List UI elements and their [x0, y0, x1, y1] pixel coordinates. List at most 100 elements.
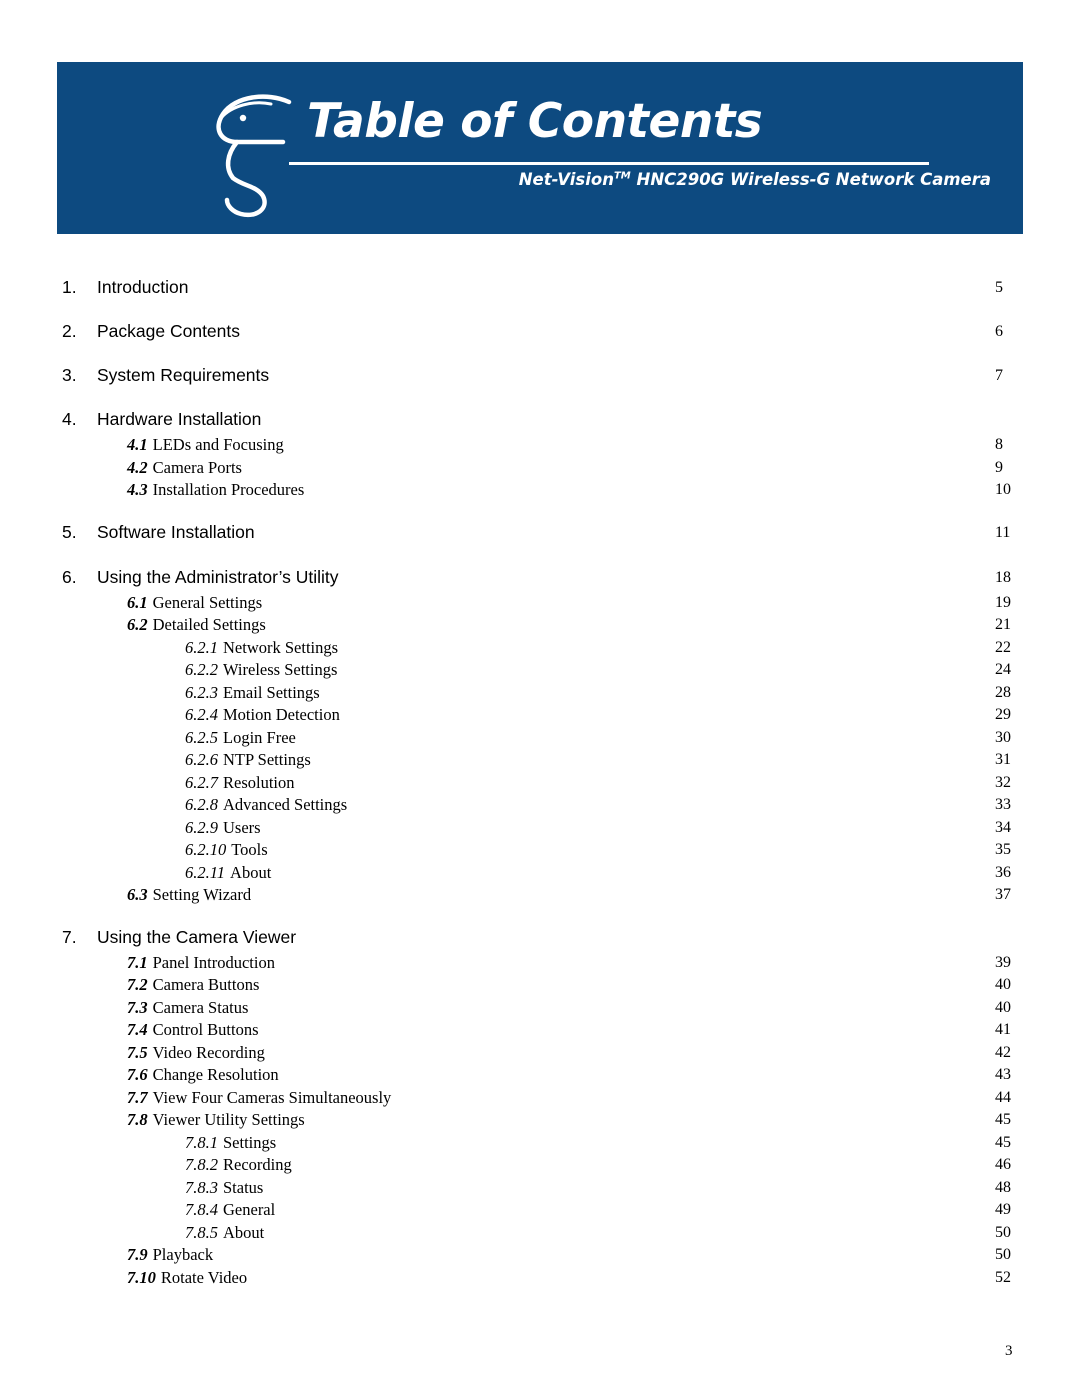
toc-entry-number: 6.2.8: [185, 795, 218, 814]
toc-entry[interactable]: 3. System Requirements 7: [57, 361, 1023, 390]
toc-entry-number: 6.3: [127, 885, 148, 904]
toc-entry-number: 6.2.7: [185, 772, 218, 792]
toc-entry-label: Advanced Settings: [223, 795, 348, 814]
toc-entry[interactable]: 7.8.4 General 49: [57, 1199, 1023, 1222]
toc-entry[interactable]: 6.2.6 NTP Settings 31: [57, 749, 1023, 772]
toc-entry-page: 36: [995, 863, 1011, 881]
toc-entry[interactable]: 5. Software Installation 11: [57, 518, 1023, 547]
toc-entry-page: 41: [995, 1021, 1011, 1038]
product-subtitle-brand: Net-Vision: [518, 170, 614, 189]
toc-entry[interactable]: 6.2.4 Motion Detection 29: [57, 704, 1023, 727]
toc-entry-label: Introduction: [97, 277, 189, 297]
toc-entry-label: Change Resolution: [152, 1065, 279, 1084]
toc-entry-page: 33: [995, 796, 1011, 813]
toc-entry[interactable]: 7.5 Video Recording 42: [57, 1042, 1023, 1065]
toc-entry[interactable]: 7.1 Panel Introduction 39: [57, 952, 1023, 975]
toc-entry[interactable]: 7.8 Viewer Utility Settings 45: [57, 1109, 1023, 1132]
toc-entry-number: 7.2: [127, 975, 148, 994]
toc-entry-number: 4.1: [127, 435, 148, 454]
toc-entry-number: 1.: [62, 277, 77, 297]
toc-entry-page: 50: [995, 1246, 1011, 1263]
banner-divider: [289, 162, 929, 165]
toc-entry-label: Panel Introduction: [152, 952, 275, 972]
toc-entry[interactable]: 7.8.1 Settings 45: [57, 1132, 1023, 1155]
toc-entry[interactable]: 4.3 Installation Procedures 10: [57, 479, 1023, 502]
toc-entry[interactable]: 7.6 Change Resolution 43: [57, 1064, 1023, 1087]
toc-entry-page: 45: [995, 1133, 1011, 1151]
toc-entry[interactable]: 7.7 View Four Cameras Simultaneously 44: [57, 1087, 1023, 1110]
toc-entry[interactable]: 6.2.8 Advanced Settings 33: [57, 794, 1023, 817]
toc-entry-page: 43: [995, 1066, 1011, 1083]
toc-entry-label: Camera Ports: [152, 457, 242, 477]
toc-entry-label: Package Contents: [97, 321, 241, 341]
toc-entry[interactable]: 6.2.9 Users 34: [57, 817, 1023, 840]
toc-entry[interactable]: 6.3 Setting Wizard 37: [57, 884, 1023, 907]
toc-entry[interactable]: 6.2.1 Network Settings 22: [57, 637, 1023, 660]
toc-entry[interactable]: 7.8.5 About 50: [57, 1222, 1023, 1245]
toc-entry[interactable]: 7. Using the Camera Viewer: [57, 923, 1023, 952]
toc-entry[interactable]: 4.2 Camera Ports 9: [57, 457, 1023, 480]
toc-entry-number: 6.2: [127, 615, 148, 634]
toc-entry[interactable]: 1. Introduction 5: [57, 273, 1023, 302]
product-subtitle: Net-VisionTM HNC290G Wireless-G Network …: [519, 170, 991, 189]
toc-entry-number: 4.2: [127, 457, 148, 477]
toc-entry[interactable]: 6. Using the Administrator’s Utility 18: [57, 563, 1023, 592]
toc-entry[interactable]: 6.2.11 About 36: [57, 862, 1023, 885]
toc-entry-label: Hardware Installation: [97, 409, 262, 429]
toc-entry[interactable]: 7.2 Camera Buttons 40: [57, 974, 1023, 997]
toc-entry[interactable]: 6.2.7 Resolution 32: [57, 772, 1023, 795]
toc-entry-number: 7.: [62, 926, 77, 947]
toc-entry-number: 7.1: [127, 952, 148, 972]
toc-entry[interactable]: 2. Package Contents 6: [57, 317, 1023, 346]
toc-entry[interactable]: 7.8.3 Status 48: [57, 1177, 1023, 1200]
toc-entry-page: 18: [995, 568, 1011, 586]
toc-entry-label: Email Settings: [223, 682, 320, 702]
toc-entry-page: 9: [995, 458, 1003, 476]
toc-entry-number: 7.4: [127, 1020, 148, 1039]
toc-entry-page: 19: [995, 593, 1011, 611]
toc-entry[interactable]: 7.8.2 Recording 46: [57, 1154, 1023, 1177]
toc-entry-number: 6.2.11: [185, 862, 226, 882]
toc-entry-number: 6.: [62, 566, 77, 587]
toc-entry-page: 39: [995, 953, 1011, 971]
toc-entry-page: 24: [995, 661, 1011, 678]
page-title: Table of Contents: [307, 94, 763, 149]
toc-entry[interactable]: 6.2 Detailed Settings 21: [57, 614, 1023, 637]
toc-entry-label: Tools: [231, 840, 268, 859]
toc-entry-page: 45: [995, 1111, 1011, 1128]
toc-entry-number: 6.2.2: [185, 660, 218, 679]
toc-entry-page: 52: [995, 1268, 1011, 1286]
toc-entry-page: 42: [995, 1043, 1011, 1061]
toc-entry-label: Users: [223, 817, 261, 837]
toc-entry-page: 50: [995, 1223, 1011, 1241]
toc-entry[interactable]: 7.9 Playback 50: [57, 1244, 1023, 1267]
toc-entry-number: 3.: [62, 365, 77, 385]
toc-entry[interactable]: 7.3 Camera Status 40: [57, 997, 1023, 1020]
toc-entry[interactable]: 7.10 Rotate Video 52: [57, 1267, 1023, 1290]
toc-entry-page: 31: [995, 751, 1011, 768]
toc-entry[interactable]: 7.4 Control Buttons 41: [57, 1019, 1023, 1042]
toc-entry-number: 5.: [62, 521, 77, 542]
toc-entry-label: Installation Procedures: [152, 480, 305, 499]
footer-page-number: 3: [1005, 1343, 1013, 1359]
toc-entry-number: 7.3: [127, 997, 148, 1017]
toc-entry-page: 48: [995, 1178, 1011, 1196]
toc-entry[interactable]: 6.2.3 Email Settings 28: [57, 682, 1023, 705]
toc-entry[interactable]: 4.1 LEDs and Focusing 8: [57, 434, 1023, 457]
toc-entry-page: 5: [995, 279, 1003, 296]
toc-entry[interactable]: 4. Hardware Installation: [57, 405, 1023, 434]
toc-entry[interactable]: 6.2.10 Tools 35: [57, 839, 1023, 862]
toc-entry-number: 4.: [62, 409, 77, 429]
toc-entry-label: General Settings: [152, 592, 263, 612]
toc-entry-page: 21: [995, 616, 1011, 633]
toc-entry-number: 2.: [62, 321, 77, 341]
toc-entry-label: NTP Settings: [223, 750, 311, 769]
toc-entry-number: 6.2.1: [185, 637, 218, 657]
toc-entry-number: 6.2.3: [185, 682, 218, 702]
toc-entry[interactable]: 6.2.5 Login Free 30: [57, 727, 1023, 750]
toc-entry-label: Setting Wizard: [152, 885, 252, 904]
toc-entry[interactable]: 6.1 General Settings 19: [57, 592, 1023, 615]
toc-entry-number: 7.6: [127, 1065, 148, 1084]
toc-entry-number: 7.8.5: [185, 1222, 218, 1242]
toc-entry[interactable]: 6.2.2 Wireless Settings 24: [57, 659, 1023, 682]
